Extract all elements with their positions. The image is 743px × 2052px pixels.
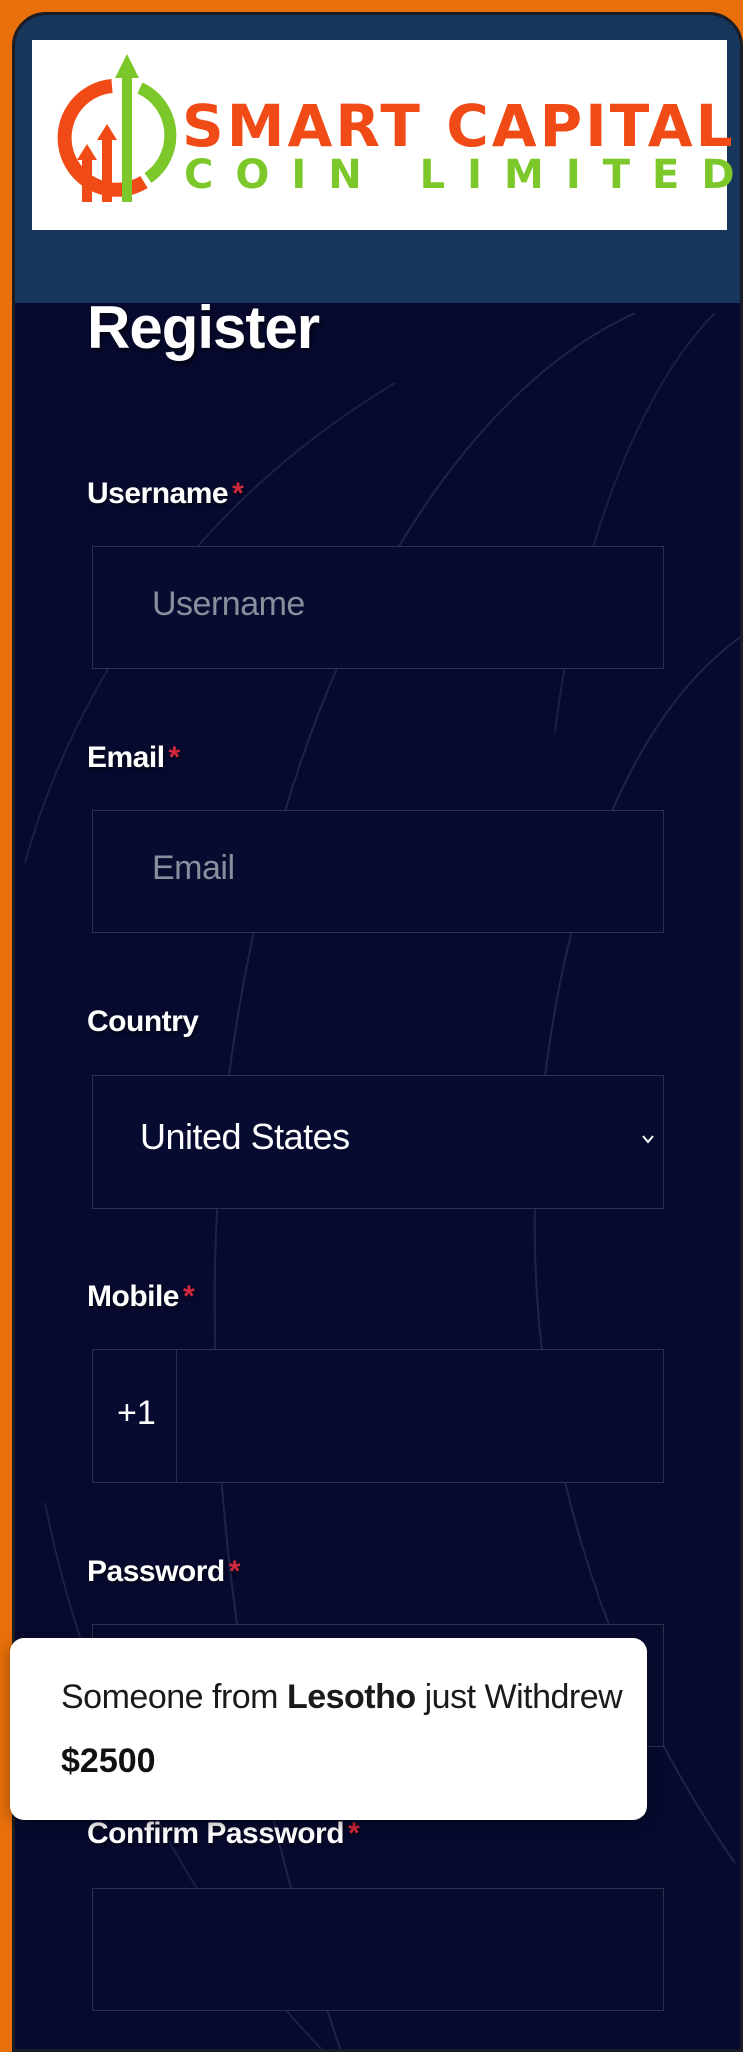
username-label-text: Username	[87, 477, 229, 510]
toast-amount: $2500	[61, 1742, 156, 1780]
withdrawal-toast[interactable]: Someone from Lesotho just Withdrew $2500	[10, 1638, 647, 1820]
mobile-label-text: Mobile	[87, 1280, 180, 1313]
confirm-password-input[interactable]	[92, 1888, 664, 2011]
country-selected-value: United States	[140, 1116, 350, 1157]
confirm-password-label: Confirm Password *	[87, 1817, 360, 1851]
username-label: Username *	[87, 477, 244, 511]
email-label-text: Email	[87, 741, 165, 774]
required-mark: *	[232, 477, 244, 510]
country-label-text: Country	[87, 1005, 199, 1038]
chevron-down-icon	[642, 1135, 654, 1144]
username-input[interactable]: Username	[92, 546, 664, 669]
username-placeholder: Username	[152, 585, 305, 623]
required-mark: *	[168, 741, 181, 774]
page-title: Register	[87, 294, 320, 361]
brand-logo[interactable]: SMART CAPITAL COIN LIMITED	[32, 40, 735, 230]
brand-mark-icon	[57, 54, 177, 202]
country-select[interactable]: United States	[92, 1075, 664, 1209]
toast-message: Someone from Lesotho just Withdrew	[61, 1678, 623, 1717]
header-band: SMART CAPITAL COIN LIMITED	[15, 15, 740, 303]
phone-code-text: +1	[117, 1394, 156, 1432]
required-mark: *	[183, 1280, 195, 1313]
password-label-text: Password	[87, 1555, 225, 1588]
country-label: Country	[87, 1005, 199, 1039]
toast-action: just Withdrew	[424, 1678, 623, 1716]
required-mark: *	[348, 1817, 360, 1850]
required-mark: *	[228, 1555, 241, 1588]
password-label: Password *	[87, 1555, 240, 1589]
email-label: Email *	[87, 741, 180, 775]
toast-prefix: Someone from	[61, 1678, 279, 1716]
email-input[interactable]: Email	[92, 810, 664, 933]
brand-name-line1: SMART CAPITAL	[182, 92, 736, 160]
brand-name-line2: COIN LIMITED	[184, 152, 743, 198]
mobile-input[interactable]: +1	[92, 1349, 664, 1483]
toast-country: Lesotho	[286, 1678, 416, 1716]
mobile-label: Mobile *	[87, 1280, 195, 1314]
phone-country-code: +1	[93, 1350, 177, 1482]
email-placeholder: Email	[152, 849, 235, 887]
confirm-password-label-text: Confirm Password	[87, 1817, 345, 1850]
